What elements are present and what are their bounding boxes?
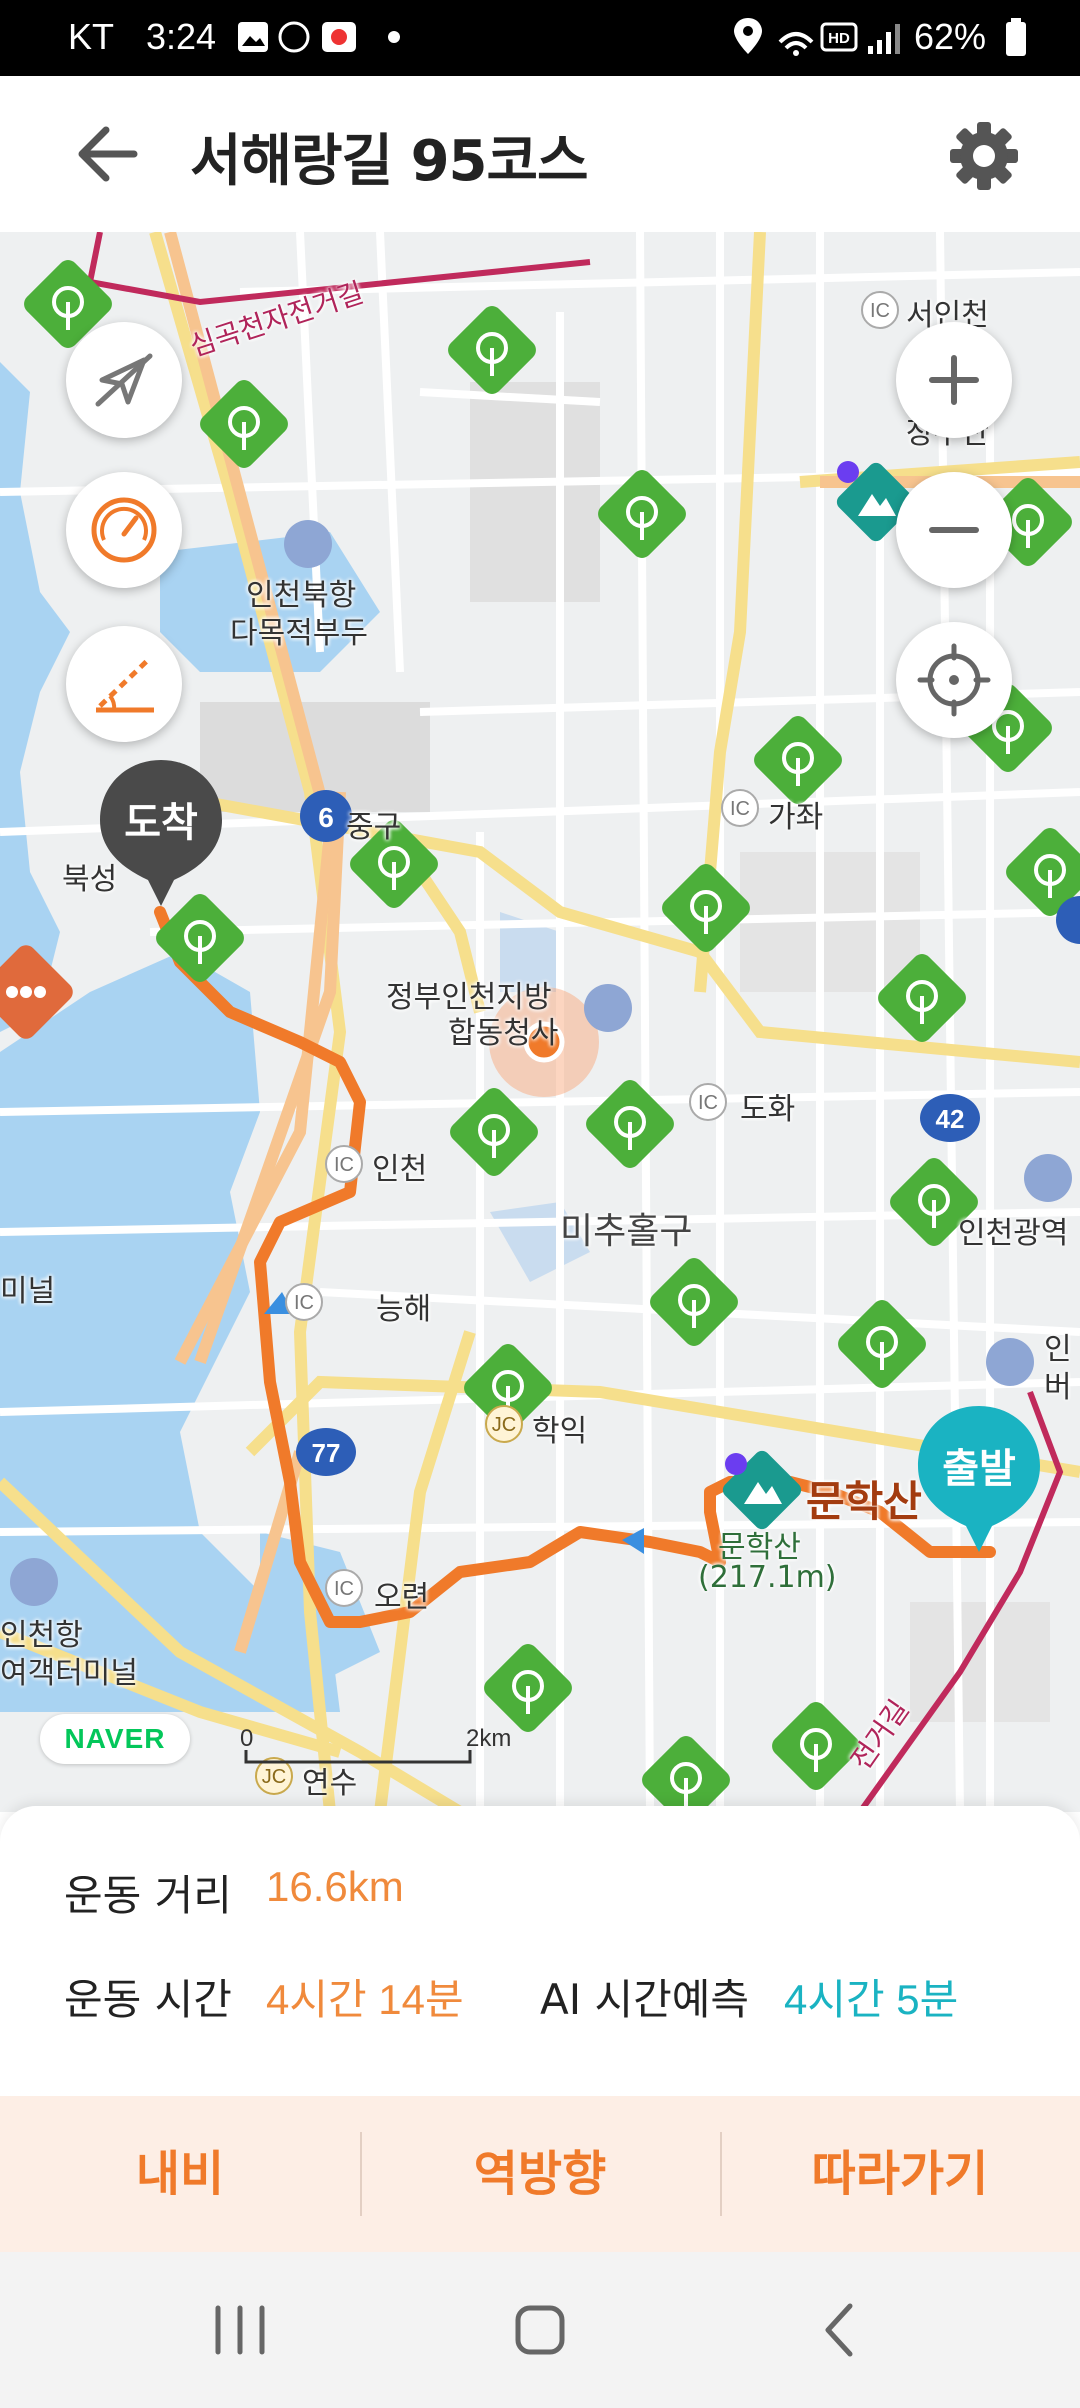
speed-button[interactable] — [66, 472, 182, 588]
route-stats-panel: 운동 거리 16.6km 운동 시간 4시간 14분 AI 시간예측 4시간 5… — [0, 1806, 1080, 2096]
bus-terminal-poi-icon — [986, 1338, 1034, 1386]
departure-pin[interactable]: 출발 — [914, 1402, 1044, 1562]
arrival-pin-label: 도착 — [124, 800, 198, 846]
time-value-wrap: 4시간 14분 — [266, 1966, 464, 2027]
crosshair-icon — [917, 643, 991, 717]
departure-pin-label: 출발 — [942, 1446, 1016, 1492]
ferry-terminal-label: 여객터미널 — [0, 1656, 138, 1691]
gov-complex-label-2: 합동청사 — [448, 1016, 559, 1051]
svg-text:HD: HD — [828, 30, 850, 47]
ferry-poi-icon — [284, 520, 332, 568]
damok-pier-label: 다목적부두 — [230, 616, 368, 651]
svg-text:IC: IC — [334, 1578, 354, 1600]
ai-row: AI 시간예측 — [540, 1966, 749, 2027]
minus-icon — [929, 527, 979, 533]
battery-percent: 62% — [914, 16, 987, 57]
page-title: 서해랑길 95코스 — [190, 129, 589, 194]
elevation-button[interactable] — [66, 626, 182, 742]
svg-text:IC: IC — [294, 1292, 314, 1314]
svg-text:JC: JC — [492, 1414, 516, 1436]
reverse-button[interactable]: 역방향 — [360, 2096, 720, 2252]
zoom-in-button[interactable] — [896, 322, 1012, 438]
settings-button[interactable] — [936, 108, 1032, 204]
svg-text:42: 42 — [936, 1104, 965, 1134]
incheon-metro-label: 인천광역 — [958, 1216, 1069, 1251]
michuhol-label: 미추홀구 — [560, 1211, 693, 1252]
notification-icons — [238, 21, 400, 53]
home-button[interactable] — [490, 2280, 590, 2380]
neunghae-label: 능해 — [376, 1292, 432, 1327]
locate-button[interactable] — [896, 622, 1012, 738]
munhak-mountain-label: 문학산 — [806, 1477, 922, 1526]
navigation-off-icon — [95, 353, 153, 407]
scale-end: 2km — [466, 1725, 511, 1752]
recent-apps-button[interactable] — [190, 2280, 290, 2380]
ai-value: 4시간 5분 — [784, 1976, 959, 2023]
svg-text:IC: IC — [730, 798, 750, 820]
svg-text:6: 6 — [318, 802, 334, 833]
hakik-label: 학익 — [532, 1414, 588, 1449]
gajwa-label: 가좌 — [768, 800, 824, 835]
oryeon-label: 오련 — [374, 1580, 430, 1615]
industrial-block — [470, 382, 600, 602]
distance-label: 운동 거리 — [64, 1871, 232, 1920]
compass-toggle-button[interactable] — [66, 322, 182, 438]
yeonsu-label: 연수 — [302, 1766, 358, 1801]
dohwa-label: 도화 — [740, 1092, 796, 1127]
back-nav-button[interactable] — [790, 2280, 890, 2380]
incheon-ic-label: 인천 — [372, 1152, 428, 1187]
clock: 3:24 — [146, 16, 217, 57]
follow-button[interactable]: 따라가기 — [720, 2096, 1080, 2252]
jung-gu-label: 중구 — [346, 810, 402, 845]
ai-label: AI 시간예측 — [540, 1975, 750, 2024]
distance-value-wrap: 16.6km — [266, 1862, 404, 1911]
speedometer-icon — [91, 497, 157, 563]
city-hall-poi-icon — [1024, 1154, 1072, 1202]
munhak-height-label: (217.1m) — [698, 1560, 837, 1595]
system-icons: HD — [734, 18, 900, 56]
svg-text:77: 77 — [312, 1438, 341, 1468]
svg-text:IC: IC — [334, 1154, 354, 1176]
svg-text:IC: IC — [870, 300, 890, 322]
time-label: 운동 시간 — [64, 1975, 232, 2024]
gear-icon — [950, 122, 1018, 190]
route-map[interactable]: 6 42 77 IC IC IC IC IC IC JC JC 0 2km 심곡… — [0, 232, 1080, 1812]
scale-start: 0 — [240, 1725, 253, 1752]
svg-text:IC: IC — [698, 1092, 718, 1114]
arrival-pin[interactable]: 도착 — [96, 756, 226, 916]
ai-value-wrap: 4시간 5분 — [784, 1966, 958, 2027]
app-header: 서해랑길 95코스 — [0, 76, 1080, 233]
sea-area — [0, 362, 70, 1032]
back-button[interactable] — [60, 112, 156, 196]
carrier: KT — [68, 16, 115, 57]
home-icon — [515, 2305, 565, 2355]
terminal-label: 미널 — [0, 1274, 56, 1309]
route-direction-arrow-2 — [622, 1528, 644, 1554]
block-4 — [910, 1602, 1050, 1722]
arrow-left-icon — [78, 126, 138, 182]
navigate-button[interactable]: 내비 — [0, 2096, 360, 2252]
action-bar: 내비 역방향 따라가기 — [0, 2096, 1080, 2252]
naver-logo: NAVER — [40, 1714, 190, 1764]
ferry-terminal-poi-icon — [10, 1558, 58, 1606]
time-value: 4시간 14분 — [266, 1976, 464, 2023]
time-row: 운동 시간 — [64, 1966, 232, 2027]
chevron-left-icon — [825, 2303, 853, 2357]
elevation-icon — [96, 658, 154, 713]
distance-row: 운동 거리 — [64, 1862, 232, 1923]
zoom-out-button[interactable] — [896, 472, 1012, 588]
status-bar: KT 3:24 HD 62% — [0, 0, 1080, 76]
recent-apps-icon — [215, 2305, 265, 2355]
distance-value: 16.6km — [266, 1863, 404, 1910]
government-poi-icon — [584, 984, 632, 1032]
bus-terminal-label-2: 버 — [1044, 1370, 1072, 1405]
system-nav-bar — [0, 2252, 1080, 2408]
plus-icon — [929, 355, 979, 405]
svg-text:JC: JC — [262, 1766, 286, 1788]
battery-icon — [1006, 18, 1026, 56]
